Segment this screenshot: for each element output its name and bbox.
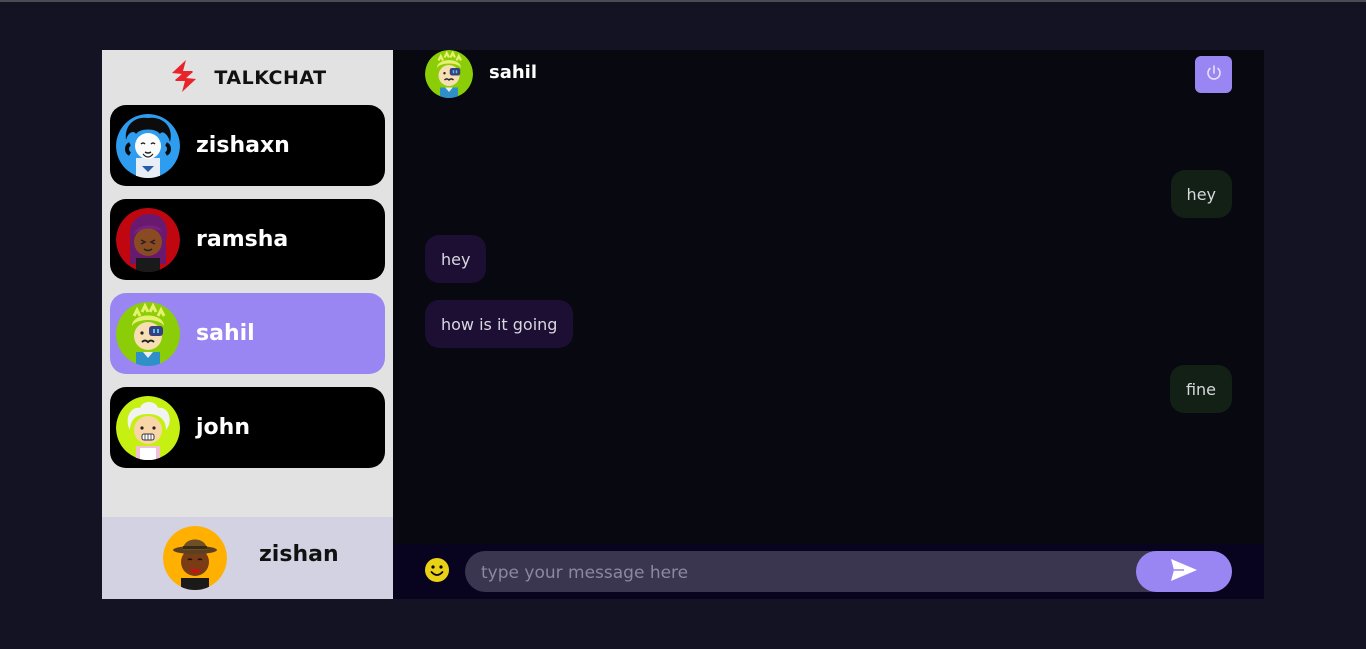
- send-icon: [1170, 558, 1198, 586]
- power-icon: [1205, 64, 1223, 86]
- brand: TALKCHAT: [102, 50, 393, 105]
- chat-pane: sahil hey hey how is it going fine: [393, 50, 1264, 599]
- message-list: hey hey how is it going fine: [393, 100, 1264, 544]
- avatar-john-icon: [116, 395, 180, 460]
- logout-button[interactable]: [1195, 56, 1232, 93]
- message-sent: fine: [1169, 365, 1232, 413]
- avatar-sahil-icon: [116, 301, 180, 366]
- contact-name: john: [196, 415, 250, 440]
- contact-name: sahil: [196, 321, 255, 346]
- avatar-ramsha-icon: [116, 207, 180, 272]
- current-user-name: zishan: [259, 541, 339, 567]
- brand-name: TALKCHAT: [214, 66, 327, 89]
- window-top-border: [0, 0, 1366, 2]
- chat-app: TALKCHAT zishaxn ramsha sahil john zisha…: [102, 50, 1264, 599]
- chat-header: sahil: [393, 50, 1264, 100]
- contact-item-sahil[interactable]: sahil: [110, 293, 385, 374]
- chat-contact-name: sahil: [489, 61, 538, 83]
- emoji-icon: [424, 558, 450, 587]
- message-received: hey: [425, 235, 487, 283]
- send-button[interactable]: [1136, 551, 1232, 592]
- message-input-container: [465, 551, 1232, 594]
- message-composer: [393, 544, 1264, 599]
- message-sent: hey: [1170, 170, 1232, 218]
- contact-item-john[interactable]: john: [110, 387, 385, 468]
- emoji-button[interactable]: [424, 557, 450, 583]
- chat-contact-avatar: [425, 50, 473, 98]
- message-input[interactable]: [465, 551, 1153, 594]
- current-user-panel: zishan: [102, 517, 393, 599]
- contact-name: ramsha: [196, 227, 289, 252]
- contacts-sidebar: TALKCHAT zishaxn ramsha sahil john zisha…: [102, 50, 393, 599]
- contact-item-zishaxn[interactable]: zishaxn: [110, 105, 385, 186]
- contact-list: zishaxn ramsha sahil john: [102, 105, 393, 468]
- avatar-zishan-icon: [163, 526, 227, 590]
- contact-name: zishaxn: [196, 133, 290, 158]
- message-received: how is it going: [425, 300, 574, 348]
- talkchat-logo-icon: [168, 59, 200, 97]
- avatar-zishaxn-icon: [116, 113, 180, 178]
- contact-item-ramsha[interactable]: ramsha: [110, 199, 385, 280]
